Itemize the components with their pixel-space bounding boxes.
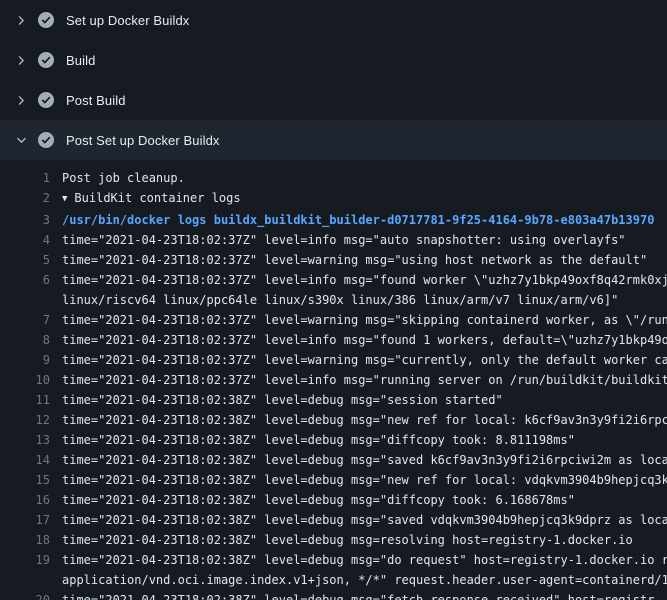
log-text: time="2021-04-23T18:02:37Z" level=info m…: [50, 330, 667, 350]
line-number[interactable]: 4: [0, 230, 50, 250]
check-circle-icon: [38, 12, 54, 28]
step-label: Build: [66, 53, 95, 68]
log-text: time="2021-04-23T18:02:37Z" level=warnin…: [50, 250, 667, 270]
chevron-right-icon: [14, 93, 28, 107]
chevron-right-icon: [14, 53, 28, 67]
log-text: time="2021-04-23T18:02:38Z" level=debug …: [50, 410, 667, 430]
line-number: [0, 290, 50, 310]
line-number[interactable]: 2: [0, 188, 50, 210]
line-number[interactable]: 11: [0, 390, 50, 410]
step-label: Post Set up Docker Buildx: [66, 133, 220, 148]
log-line: 11time="2021-04-23T18:02:38Z" level=debu…: [0, 390, 667, 410]
log-line: 12time="2021-04-23T18:02:38Z" level=debu…: [0, 410, 667, 430]
line-number[interactable]: 18: [0, 530, 50, 550]
log-line: 10time="2021-04-23T18:02:37Z" level=info…: [0, 370, 667, 390]
group-label: BuildKit container logs: [74, 191, 240, 205]
line-number[interactable]: 7: [0, 310, 50, 330]
chevron-right-icon: [14, 13, 28, 27]
log-line: 2 ▼ BuildKit container logs: [0, 188, 667, 210]
line-number[interactable]: 14: [0, 450, 50, 470]
log-text: time="2021-04-23T18:02:38Z" level=debug …: [50, 590, 667, 600]
log-text: time="2021-04-23T18:02:38Z" level=debug …: [50, 430, 667, 450]
log-line: 7time="2021-04-23T18:02:37Z" level=warni…: [0, 310, 667, 330]
log-line: 1Post job cleanup.: [0, 168, 667, 188]
line-number[interactable]: 9: [0, 350, 50, 370]
log-line: 8time="2021-04-23T18:02:37Z" level=info …: [0, 330, 667, 350]
step-header[interactable]: Build: [0, 40, 667, 80]
log-line: 6time="2021-04-23T18:02:37Z" level=info …: [0, 270, 667, 290]
log-line: 20time="2021-04-23T18:02:38Z" level=debu…: [0, 590, 667, 600]
step-label: Post Build: [66, 93, 126, 108]
line-number[interactable]: 10: [0, 370, 50, 390]
log-text: time="2021-04-23T18:02:37Z" level=info m…: [50, 270, 667, 290]
log-line: 5time="2021-04-23T18:02:37Z" level=warni…: [0, 250, 667, 270]
log-area: 1Post job cleanup.2 ▼ BuildKit container l…: [0, 160, 667, 600]
line-number[interactable]: 20: [0, 590, 50, 600]
log-text: time="2021-04-23T18:02:38Z" level=debug …: [50, 470, 667, 490]
check-circle-icon: [38, 52, 54, 68]
log-line: 3/usr/bin/docker logs buildx_buildkit_bu…: [0, 210, 667, 230]
log-line: 14time="2021-04-23T18:02:38Z" level=debu…: [0, 450, 667, 470]
log-text: time="2021-04-23T18:02:38Z" level=debug …: [50, 450, 667, 470]
log-line: 17time="2021-04-23T18:02:38Z" level=debu…: [0, 510, 667, 530]
log-text: Post job cleanup.: [50, 168, 667, 188]
step-header[interactable]: Post Build: [0, 80, 667, 120]
log-line: 18time="2021-04-23T18:02:38Z" level=debu…: [0, 530, 667, 550]
line-number[interactable]: 16: [0, 490, 50, 510]
log-text: time="2021-04-23T18:02:38Z" level=debug …: [50, 530, 667, 550]
step-header[interactable]: Post Set up Docker Buildx: [0, 120, 667, 160]
log-line-wrap: linux/riscv64 linux/ppc64le linux/s390x …: [0, 290, 667, 310]
line-number[interactable]: 1: [0, 168, 50, 188]
log-line: 19time="2021-04-23T18:02:38Z" level=debu…: [0, 550, 667, 570]
line-number[interactable]: 13: [0, 430, 50, 450]
line-number[interactable]: 8: [0, 330, 50, 350]
log-line: 4time="2021-04-23T18:02:37Z" level=info …: [0, 230, 667, 250]
log-text: linux/riscv64 linux/ppc64le linux/s390x …: [50, 290, 667, 310]
step-header[interactable]: Set up Docker Buildx: [0, 0, 667, 40]
log-text: time="2021-04-23T18:02:37Z" level=info m…: [50, 370, 667, 390]
check-circle-icon: [38, 92, 54, 108]
log-line-wrap: application/vnd.oci.image.index.v1+json,…: [0, 570, 667, 590]
log-line: 9time="2021-04-23T18:02:37Z" level=warni…: [0, 350, 667, 370]
actions-log-viewer: Set up Docker Buildx Build Post Build Post …: [0, 0, 667, 600]
chevron-down-icon: [14, 133, 28, 147]
log-command-text: /usr/bin/docker logs buildx_buildkit_bui…: [50, 210, 667, 230]
line-number[interactable]: 17: [0, 510, 50, 530]
log-text: time="2021-04-23T18:02:38Z" level=debug …: [50, 490, 667, 510]
log-text: time="2021-04-23T18:02:37Z" level=warnin…: [50, 350, 667, 370]
log-text: time="2021-04-23T18:02:38Z" level=debug …: [50, 510, 667, 530]
log-line: 13time="2021-04-23T18:02:38Z" level=debu…: [0, 430, 667, 450]
line-number[interactable]: 12: [0, 410, 50, 430]
log-text: application/vnd.oci.image.index.v1+json,…: [50, 570, 667, 590]
log-text: time="2021-04-23T18:02:38Z" level=debug …: [50, 550, 667, 570]
log-line: 16time="2021-04-23T18:02:38Z" level=debu…: [0, 490, 667, 510]
log-line: 15time="2021-04-23T18:02:38Z" level=debu…: [0, 470, 667, 490]
line-number[interactable]: 3: [0, 210, 50, 230]
log-text: time="2021-04-23T18:02:37Z" level=info m…: [50, 230, 667, 250]
check-circle-icon: [38, 132, 54, 148]
step-list: Set up Docker Buildx Build Post Build Post …: [0, 0, 667, 160]
line-number[interactable]: 5: [0, 250, 50, 270]
log-text: time="2021-04-23T18:02:37Z" level=warnin…: [50, 310, 667, 330]
group-expanded-icon: ▼: [62, 189, 67, 209]
line-number[interactable]: 6: [0, 270, 50, 290]
line-number: [0, 570, 50, 590]
log-text: time="2021-04-23T18:02:38Z" level=debug …: [50, 390, 667, 410]
line-number[interactable]: 19: [0, 550, 50, 570]
line-number[interactable]: 15: [0, 470, 50, 490]
step-label: Set up Docker Buildx: [66, 13, 189, 28]
log-group-toggle[interactable]: ▼ BuildKit container logs: [50, 188, 667, 210]
